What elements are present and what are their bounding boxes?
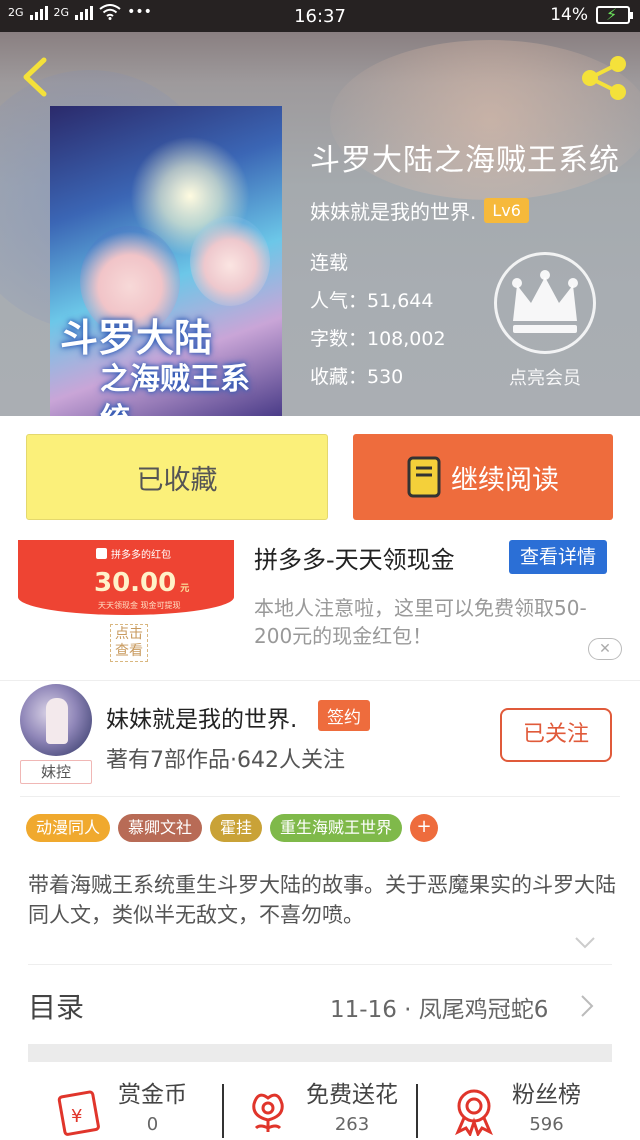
author-avatar[interactable] [20, 684, 92, 756]
author-name[interactable]: 妹妹就是我的世界. [106, 700, 297, 734]
ad-amount: 30.00 元 [94, 568, 190, 598]
status-right: 14% ⚡ [550, 5, 633, 25]
book-description: 带着海贼王系统重生斗罗大陆的故事。关于恶魔果实的斗罗大陆同人文，类似半无敌文，不… [28, 873, 616, 927]
reward-label: 赏金币 [118, 1082, 187, 1108]
ad-image[interactable]: 拼多多的红包 30.00 元 天天领现金 现金可提现 点击查看 [18, 540, 234, 666]
cover-title: 斗罗大陆 之海贼王系统 [60, 315, 275, 417]
share-icon[interactable] [578, 54, 630, 102]
header-author-name[interactable]: 妹妹就是我的世界. [310, 196, 476, 225]
divider [20, 796, 620, 797]
tag-list: 动漫同人 慕卿文社 霍挂 重生海贼王世界 + [26, 814, 439, 842]
continue-reading-label: 继续阅读 [451, 464, 559, 496]
book-meta: 连载 人气：51,644 字数：108,002 收藏：530 [310, 244, 446, 396]
svg-text:¥: ¥ [71, 1106, 82, 1127]
collected-label: 已收藏 [136, 464, 218, 496]
tag-chip[interactable]: 霍挂 [210, 814, 263, 842]
book-header: 2G 2G ••• 16:37 14% ⚡ 斗罗大陆 之海贼王系 斗罗大陆之海贼… [0, 0, 640, 416]
header-author-row: 妹妹就是我的世界. Lv6 [310, 196, 529, 225]
tag-chip[interactable]: 动漫同人 [26, 814, 111, 842]
latest-chapter[interactable]: 11-16 · 凤尾鸡冠蛇6 [330, 990, 548, 1024]
tag-chip[interactable]: 慕卿文社 [118, 814, 203, 842]
avatar-tag: 妹控 [20, 760, 92, 784]
back-arrow-icon[interactable] [18, 56, 52, 98]
ad-brand: 拼多多的红包 [96, 546, 171, 561]
section-spacer [28, 1044, 612, 1062]
author-stats: 著有7部作品·642人关注 [106, 748, 345, 773]
battery-percent: 14% [550, 5, 588, 25]
medal-icon [455, 1089, 493, 1136]
book-cover[interactable]: 斗罗大陆 之海贼王系统 [50, 106, 282, 416]
follow-button[interactable]: 已关注 [500, 708, 612, 762]
coin-envelope-icon: ¥ [57, 1090, 100, 1136]
divider [222, 1084, 224, 1138]
divider [28, 964, 612, 965]
chevron-down-icon[interactable] [574, 936, 596, 950]
battery-icon: ⚡ [596, 5, 633, 24]
vip-label[interactable]: 点亮会员 [488, 364, 602, 390]
reward-value: 0 [146, 1114, 159, 1135]
continue-reading-button[interactable]: 继续阅读 [353, 434, 613, 520]
collected-button[interactable]: 已收藏 [26, 434, 328, 520]
cover-art [190, 216, 270, 306]
crown-icon [512, 270, 578, 333]
status-time: 16:37 [294, 6, 346, 27]
signed-badge: 签约 [318, 700, 370, 731]
avatar-figure [46, 698, 68, 744]
book-icon [407, 456, 441, 498]
reward-coins-button[interactable]: ¥ 赏金币 0 [56, 1080, 187, 1138]
ad-detail-button[interactable]: 查看详情 [509, 540, 607, 574]
fans-label: 粉丝榜 [512, 1082, 581, 1108]
ad-description[interactable]: 本地人注意啦，这里可以免费领取50-200元的现金红包！ [254, 594, 614, 650]
add-tag-button[interactable]: + [410, 814, 439, 842]
divider [0, 680, 640, 681]
fans-ranking-button[interactable]: 粉丝榜 596 [450, 1080, 581, 1138]
book-title: 斗罗大陆之海贼王系统 [310, 143, 620, 178]
level-badge: Lv6 [484, 198, 529, 223]
divider [416, 1084, 418, 1138]
flower-value: 263 [334, 1114, 370, 1135]
word-count: 字数：108,002 [310, 328, 446, 350]
popularity: 人气：51,644 [310, 290, 434, 312]
fans-value: 596 [529, 1114, 564, 1135]
chevron-right-icon[interactable] [580, 994, 594, 1018]
status-bar: 2G 2G ••• 16:37 14% ⚡ [0, 0, 640, 32]
serial-status: 连载 [310, 252, 349, 274]
ad-close-icon[interactable]: ✕ [588, 638, 622, 660]
toc-label[interactable]: 目录 [28, 986, 84, 1026]
flower-icon [252, 1093, 284, 1132]
favorites-count: 收藏：530 [310, 366, 404, 388]
send-flower-button[interactable]: 免费送花 263 [244, 1080, 398, 1138]
flower-label: 免费送花 [306, 1082, 398, 1108]
cover-title-line: 之海贼王系统 [100, 362, 250, 416]
tag-chip[interactable]: 重生海贼王世界 [270, 814, 403, 842]
ad-small-text: 天天领现金 现金可提现 [98, 601, 181, 610]
ad-title[interactable]: 拼多多-天天领现金 [254, 540, 455, 575]
vip-button[interactable] [494, 252, 596, 354]
cover-title-line: 斗罗大陆 [60, 315, 213, 360]
ad-click-view: 点击查看 [110, 624, 148, 662]
